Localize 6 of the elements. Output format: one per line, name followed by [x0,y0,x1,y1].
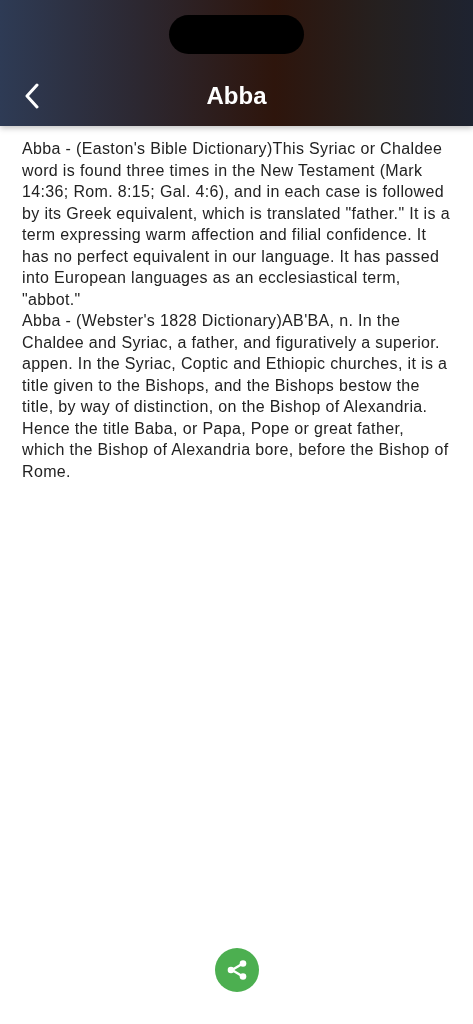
definition-paragraph: Abba - (Easton's Bible Dictionary)This Syriac or Chaldee word is found three times in the New Testament (Mark 14:36; Rom. 8:15; Gal. 4:6), and in each case is followed by its Greek equivalent, which is translated "father." It is a term expressing warm affection and filial confidence. It has no perfect equivalent in our language. It has passed into European languages as an ecclesiastical term, "abbot." [22,139,451,310]
page-title: Abba [206,82,267,110]
back-icon [24,83,40,109]
share-button[interactable] [214,948,259,992]
share-icon [225,959,248,981]
definition-paragraph: Abba - (Webster's 1828 Dictionary)AB'BA, n. In the Chaldee and Syriac, a father, and figuratively a superior. appen. In the Syriac, Coptic and Ethiopic churches, it is a title given to the Bishops, and the Bishops bestow the title, by way of distinction, on the Bishop of Alexandria. Hence the title Baba, or Papa, Pope or great father, which the Bishop of Alexandria bore, before the Bishop of Rome. [22,311,450,482]
